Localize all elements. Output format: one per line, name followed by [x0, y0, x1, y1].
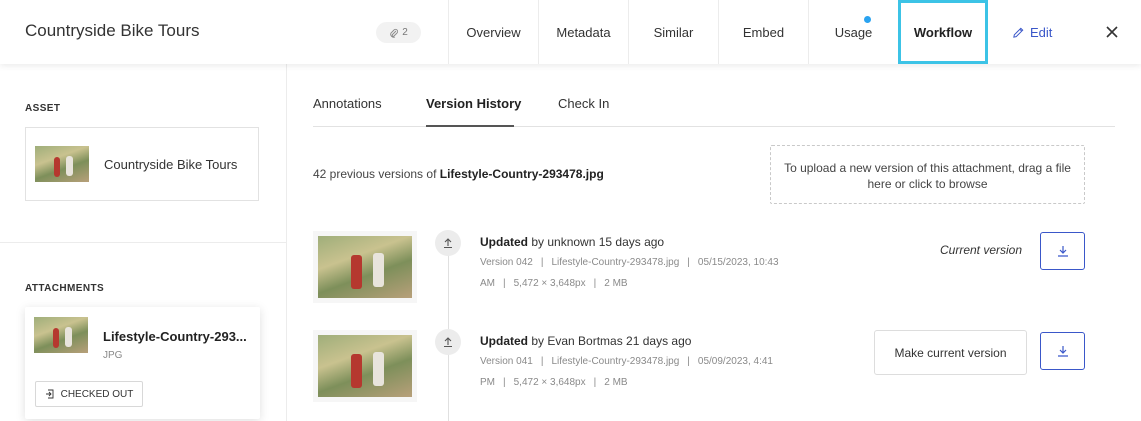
previous-versions-text: 42 previous versions of Lifestyle-Countr… [313, 167, 604, 181]
asset-section-label: ASSET [25, 103, 61, 114]
asset-card[interactable]: Countryside Bike Tours [25, 127, 259, 201]
nav-similar[interactable]: Similar [628, 0, 718, 64]
make-current-version-button[interactable]: Make current version [874, 330, 1027, 375]
pencil-icon [1013, 27, 1024, 38]
nav-embed[interactable]: Embed [718, 0, 808, 64]
left-panel: ASSET Countryside Bike Tours ATTACHMENTS… [0, 64, 287, 421]
upload-icon [435, 230, 461, 256]
nav-metadata[interactable]: Metadata [538, 0, 628, 64]
attachment-filename: Lifestyle-Country-293478.jpg [439, 167, 604, 181]
nav-workflow[interactable]: Workflow [898, 0, 988, 64]
download-icon [1057, 346, 1068, 357]
attachment-count-badge[interactable]: 2 [376, 22, 421, 43]
attachment-type: JPG [103, 350, 123, 361]
tab-annotations[interactable]: Annotations [313, 96, 382, 111]
header: Countryside Bike Tours 2 Overview Metada… [0, 0, 1141, 64]
version-heading: Updated by unknown 15 days ago [480, 235, 665, 249]
attachment-thumbnail [34, 317, 88, 353]
edit-button[interactable]: Edit [1012, 0, 1052, 64]
version-thumbnail [313, 231, 417, 303]
tab-check-in[interactable]: Check In [558, 96, 609, 111]
tab-version-history[interactable]: Version History [426, 96, 521, 111]
nav-overview[interactable]: Overview [448, 0, 538, 64]
nav-usage[interactable]: Usage [808, 0, 898, 64]
attachment-name: Lifestyle-Country-293... [103, 329, 247, 344]
current-version-label: Current version [940, 243, 1023, 257]
close-icon[interactable] [1104, 24, 1120, 40]
upload-dropzone[interactable]: To upload a new version of this attachme… [770, 145, 1085, 204]
attachments-section-label: ATTACHMENTS [25, 283, 105, 294]
asset-name: Countryside Bike Tours [104, 156, 238, 172]
paperclip-icon [390, 28, 399, 38]
download-button[interactable] [1040, 332, 1085, 370]
version-heading: Updated by Evan Bortmas 21 days ago [480, 334, 692, 348]
active-tab-indicator [426, 125, 514, 127]
attachment-count: 2 [402, 27, 408, 38]
version-image [318, 236, 412, 298]
version-thumbnail [313, 330, 417, 402]
checkout-icon [45, 389, 54, 399]
page-title: Countryside Bike Tours [25, 21, 200, 40]
upload-icon [435, 329, 461, 355]
version-meta: Version 041 | Lifestyle-Country-293478.jpg… [480, 356, 773, 388]
attachment-card[interactable]: Lifestyle-Country-293... JPG CHECKED OUT [25, 307, 260, 419]
asset-thumbnail [35, 146, 89, 182]
checked-out-button[interactable]: CHECKED OUT [35, 381, 143, 407]
version-image [318, 335, 412, 397]
download-icon [1057, 246, 1068, 257]
download-button[interactable] [1040, 232, 1085, 270]
notification-dot [864, 16, 871, 23]
divider [0, 242, 286, 243]
top-nav: Overview Metadata Similar Embed Usage Wo… [448, 0, 988, 64]
content-tabs: Annotations Version History Check In [313, 64, 1115, 127]
version-meta: Version 042 | Lifestyle-Country-293478.jpg… [480, 257, 779, 289]
